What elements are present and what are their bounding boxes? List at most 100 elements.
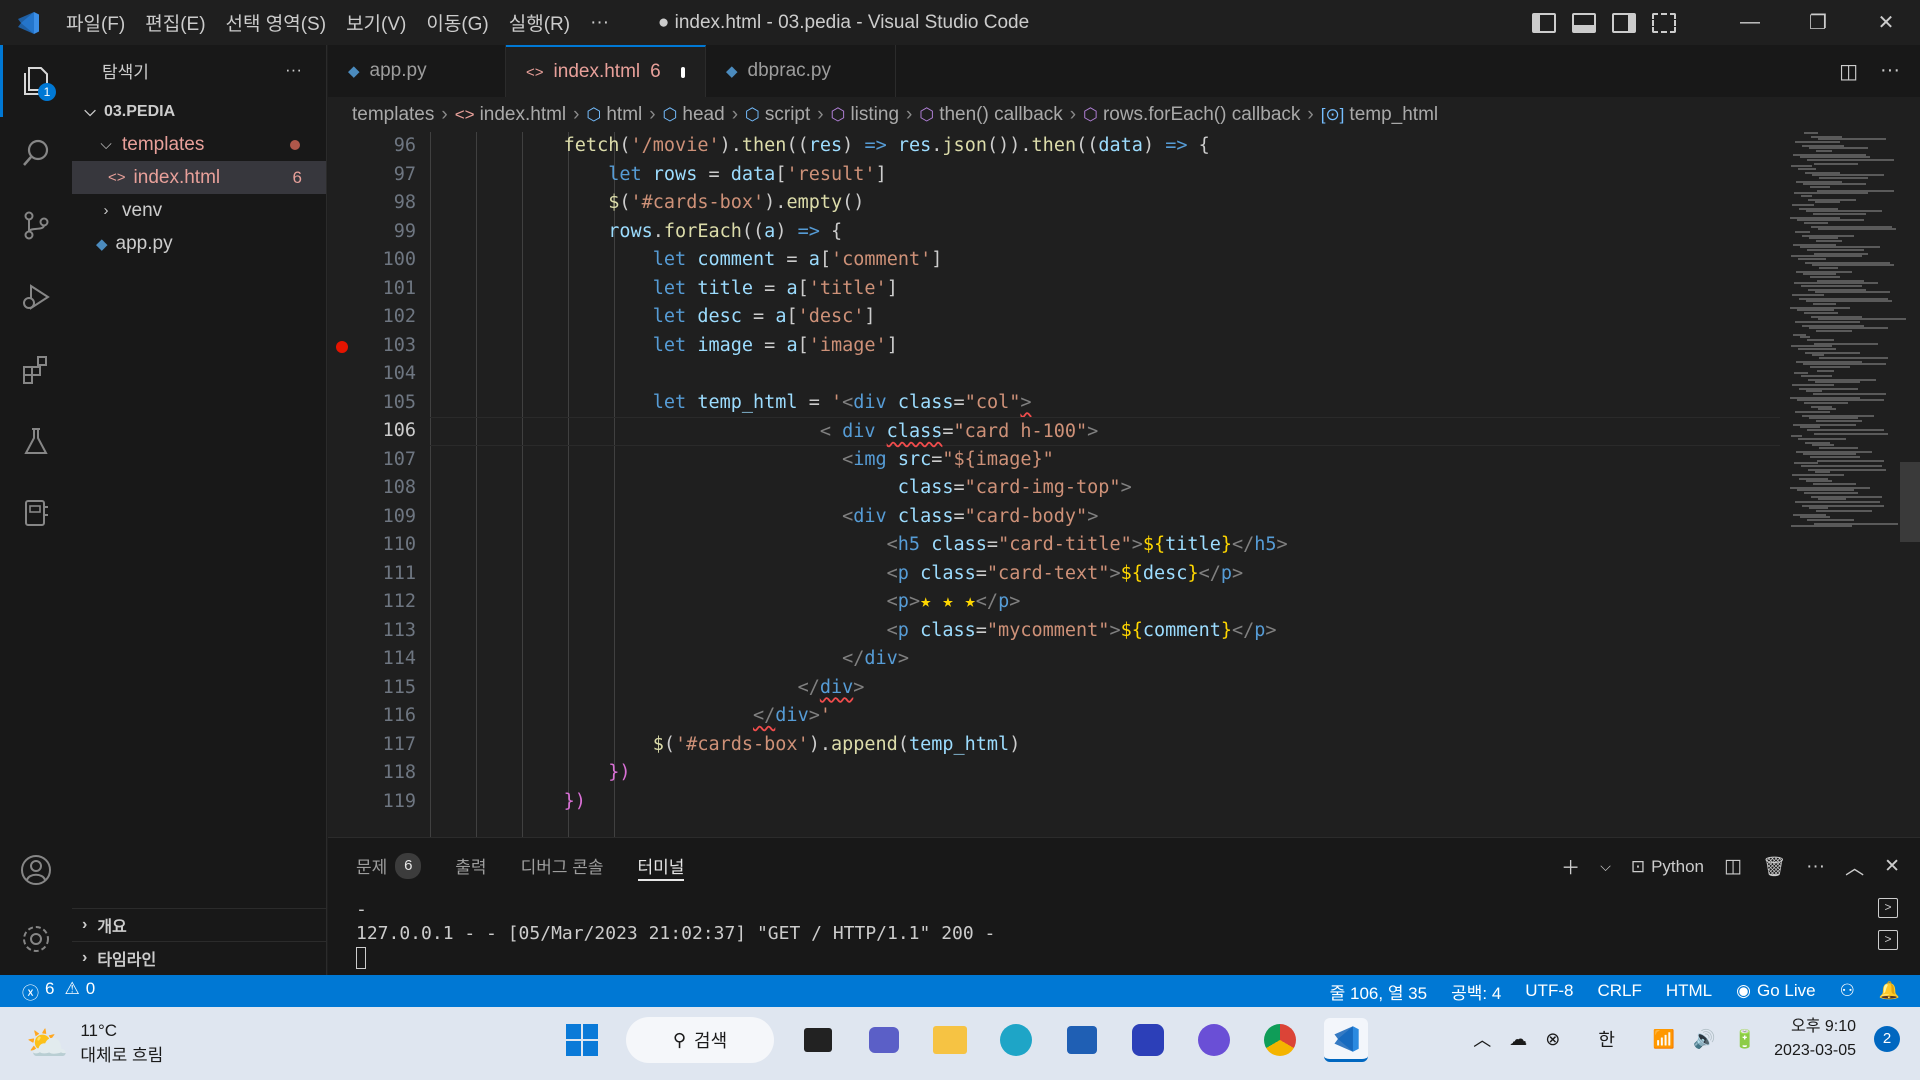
tab-index-html[interactable]: <> index.html 6 — [506, 45, 706, 97]
breadcrumb-item[interactable]: index.html — [480, 104, 567, 126]
settings-gear-icon[interactable] — [0, 903, 72, 975]
file-explorer-icon[interactable] — [928, 1018, 972, 1062]
close-window-button[interactable]: ✕ — [1852, 0, 1920, 45]
minimize-button[interactable]: — — [1716, 0, 1784, 45]
minimap-line — [1813, 303, 1836, 305]
outline-section[interactable]: › 개요 — [72, 908, 327, 941]
toggle-secondary-sidebar-icon[interactable] — [1612, 12, 1636, 33]
edge-browser-icon[interactable] — [994, 1018, 1038, 1062]
timeline-section[interactable]: › 타임라인 — [72, 941, 327, 974]
wifi-icon[interactable]: 📶 — [1653, 1029, 1675, 1050]
notification-badge[interactable]: 2 — [1874, 1026, 1900, 1052]
code-editor[interactable]: 96 97 98 99 100 101 102 103 104 105 106 … — [328, 132, 1920, 837]
indentation[interactable]: 공백: 4 — [1451, 979, 1501, 1004]
remote-explorer-icon[interactable] — [0, 477, 72, 549]
system-clock[interactable]: 오후 9:10 2023-03-05 — [1774, 1015, 1856, 1063]
menu-run[interactable]: 실행(R) — [499, 9, 580, 36]
split-terminal-icon[interactable]: ◫ — [1724, 855, 1742, 878]
show-hidden-icons-chevron-icon[interactable]: ︿ — [1473, 1026, 1491, 1052]
account-icon[interactable] — [0, 834, 72, 906]
folder-venv[interactable]: › venv — [72, 194, 326, 227]
language-mode[interactable]: HTML — [1666, 981, 1712, 1001]
vscode-taskbar-icon[interactable] — [1324, 1018, 1368, 1062]
app-icon[interactable] — [1192, 1018, 1236, 1062]
terminal-instance-icon[interactable]: > — [1878, 898, 1898, 918]
terminal-profile[interactable]: ⊡ Python — [1631, 857, 1704, 877]
tab-debug-console[interactable]: 디버그 콘솔 — [521, 838, 604, 893]
search-icon[interactable] — [0, 117, 72, 189]
explorer-icon[interactable]: 1 — [0, 45, 72, 117]
restore-button[interactable]: ❐ — [1784, 0, 1852, 45]
menu-edit[interactable]: 편집(E) — [135, 9, 215, 36]
unsaved-dot-icon[interactable] — [680, 66, 685, 78]
file-index-html[interactable]: <> index.html 6 — [72, 161, 326, 194]
breadcrumb-item[interactable]: rows.forEach() callback — [1103, 104, 1300, 126]
editor-scrollbar[interactable] — [1900, 462, 1920, 542]
menu-view[interactable]: 보기(V) — [336, 9, 416, 36]
maximize-panel-chevron-up-icon[interactable]: ︿ — [1845, 853, 1864, 880]
breadcrumb-item[interactable]: templates — [352, 104, 434, 126]
menu-selection[interactable]: 선택 영역(S) — [216, 9, 337, 36]
breadcrumb-item[interactable]: then() callback — [939, 104, 1063, 126]
code-lines[interactable]: fetch('/movie').then((res) => res.json()… — [430, 132, 1780, 816]
folder-templates[interactable]: ⌵ templates — [72, 128, 326, 161]
ime-indicator[interactable]: 한 — [1598, 1026, 1615, 1052]
customize-layout-icon[interactable] — [1652, 12, 1676, 33]
terminal-instance-icon[interactable]: > — [1878, 930, 1898, 950]
breadcrumb-item[interactable]: script — [765, 104, 810, 126]
encoding[interactable]: UTF-8 — [1525, 981, 1573, 1001]
windows-start-icon[interactable] — [560, 1018, 604, 1062]
workspace-root[interactable]: ⌵ 03.PEDIA — [72, 95, 326, 128]
new-terminal-plus-icon[interactable]: ＋ — [1561, 853, 1580, 880]
app-icon[interactable] — [1126, 1018, 1170, 1062]
go-live-button[interactable]: ◉ Go Live — [1736, 981, 1815, 1001]
app-tray-icon[interactable]: ⊗ — [1545, 1029, 1560, 1050]
tab-app-py[interactable]: ◆ app.py — [328, 45, 506, 97]
panel-more-icon[interactable]: ··· — [1806, 856, 1825, 878]
problems-status[interactable]: ⓧ 6 ⚠ 0 — [0, 979, 95, 1004]
onedrive-error-icon[interactable]: ☁ — [1509, 1029, 1527, 1050]
line-number-gutter[interactable]: 96 97 98 99 100 101 102 103 104 105 106 … — [328, 132, 428, 816]
breadcrumb-item[interactable]: temp_html — [1349, 104, 1438, 126]
menu-more[interactable]: ··· — [580, 12, 619, 34]
file-app-py[interactable]: ◆ app.py — [72, 227, 326, 260]
microsoft-store-icon[interactable] — [1060, 1018, 1104, 1062]
breakpoint-icon[interactable] — [336, 340, 348, 353]
tab-dbprac-py[interactable]: ◆ dbprac.py — [706, 45, 896, 97]
tab-terminal[interactable]: 터미널 — [637, 838, 684, 893]
accounts-feedback-icon[interactable]: ⚇ — [1840, 981, 1855, 1001]
taskbar-search[interactable]: ⚲ 검색 — [626, 1017, 774, 1063]
run-debug-icon[interactable] — [0, 261, 72, 333]
menu-go[interactable]: 이동(G) — [416, 9, 498, 36]
breadcrumb-item[interactable]: head — [682, 104, 724, 126]
menu-bar: 파일(F) 편집(E) 선택 영역(S) 보기(V) 이동(G) 실행(R) ·… — [56, 9, 619, 36]
teams-chat-icon[interactable] — [862, 1018, 906, 1062]
split-editor-icon[interactable]: ◫ — [1839, 59, 1858, 84]
notifications-bell-icon[interactable]: 🔔 — [1879, 981, 1900, 1001]
close-panel-icon[interactable]: ✕ — [1884, 855, 1900, 878]
vscode-logo-icon[interactable] — [0, 0, 56, 45]
tab-problems[interactable]: 문제 6 — [356, 838, 422, 893]
explorer-more-button[interactable]: ··· — [285, 60, 302, 80]
weather-widget[interactable]: ⛅ 11°C 대체로 흐림 — [26, 1021, 163, 1066]
end-of-line[interactable]: CRLF — [1597, 981, 1641, 1001]
cursor-position[interactable]: 줄 106, 열 35 — [1330, 979, 1427, 1004]
testing-icon[interactable] — [0, 405, 72, 477]
task-view-icon[interactable] — [796, 1018, 840, 1062]
editor-more-icon[interactable]: ··· — [1880, 59, 1900, 84]
menu-file[interactable]: 파일(F) — [56, 9, 135, 36]
breadcrumb-item[interactable]: listing — [850, 104, 899, 126]
battery-icon[interactable]: 🔋 — [1734, 1029, 1756, 1050]
extensions-icon[interactable] — [0, 333, 72, 405]
kill-terminal-trash-icon[interactable]: 🗑 — [1762, 855, 1786, 879]
tab-output[interactable]: 출력 — [455, 838, 486, 893]
terminal-output[interactable]: - 127.0.0.1 - - [05/Mar/2023 21:02:37] "G… — [356, 898, 995, 970]
terminal-dropdown-chevron-icon[interactable]: ⌵ — [1600, 858, 1611, 875]
chrome-browser-icon[interactable] — [1258, 1018, 1302, 1062]
volume-icon[interactable]: 🔊 — [1693, 1029, 1715, 1050]
source-control-icon[interactable] — [0, 189, 72, 261]
toggle-primary-sidebar-icon[interactable] — [1532, 12, 1556, 33]
toggle-panel-icon[interactable] — [1572, 12, 1596, 33]
minimap[interactable] — [1790, 132, 1906, 837]
breadcrumb-item[interactable]: html — [606, 104, 642, 126]
